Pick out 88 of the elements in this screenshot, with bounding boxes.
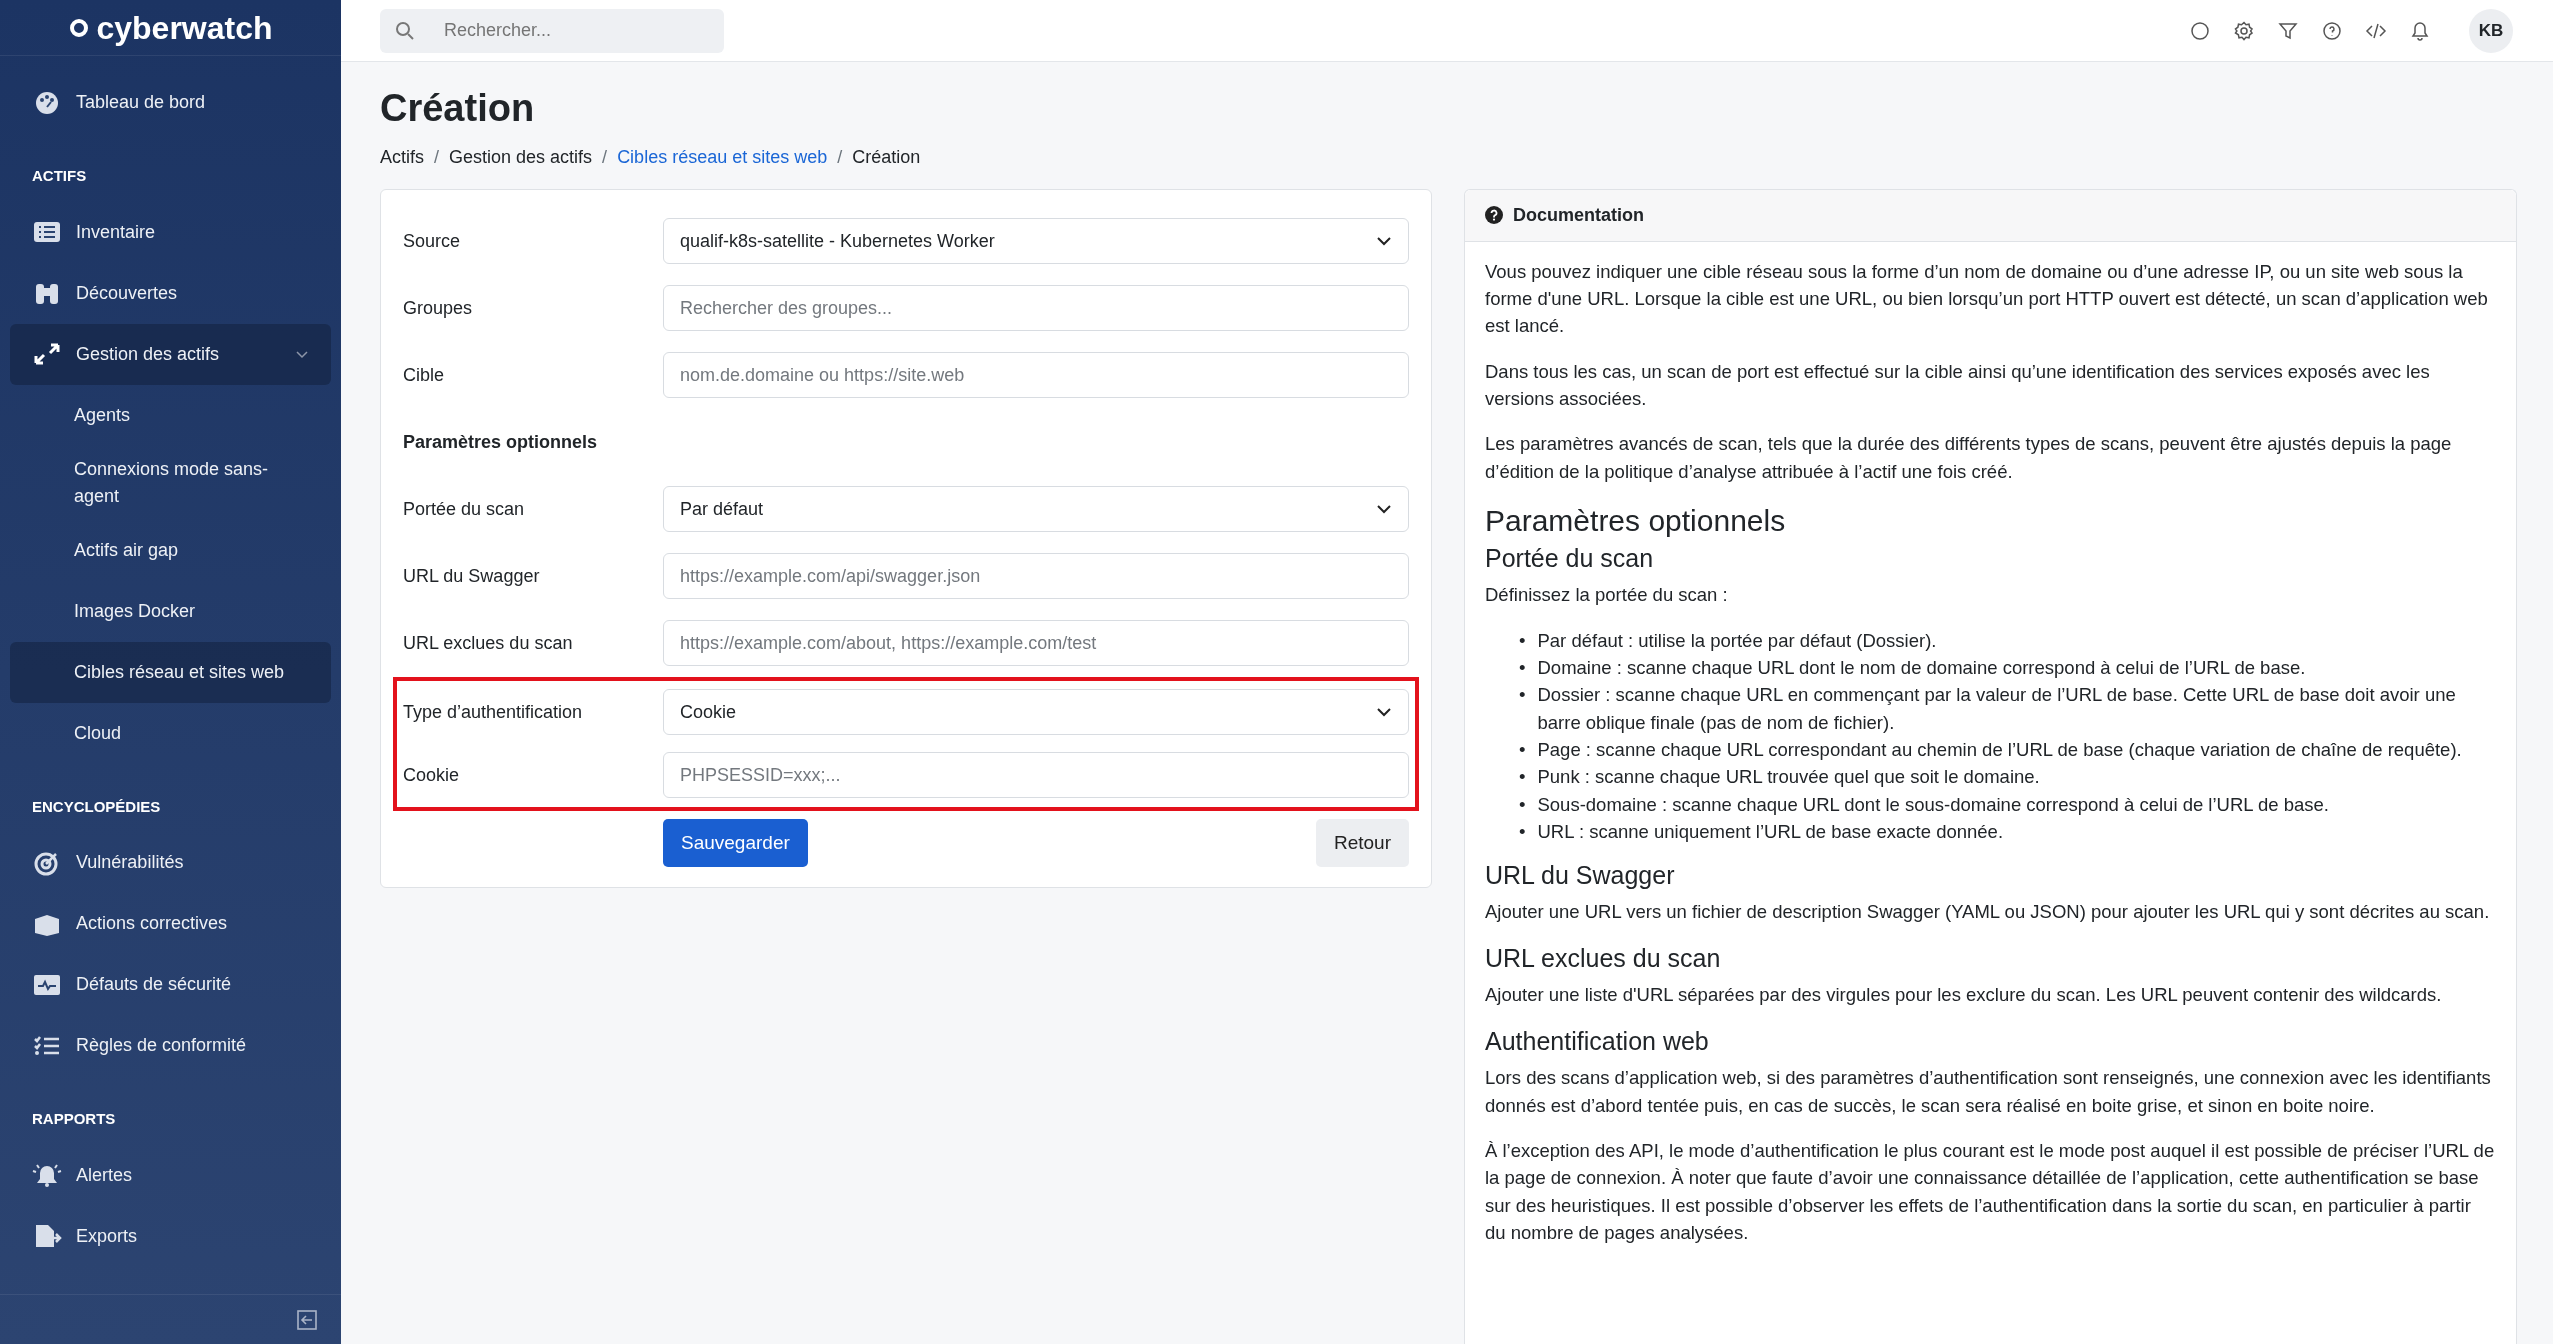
section-heading: Paramètres optionnels [1485,503,1787,540]
field-label: URL exclues du scan [403,631,574,655]
field-label: Cible [403,363,446,387]
bullet: • [1519,655,1526,680]
bullet: • [1519,765,1526,790]
input-field[interactable]: https://example.com/about, https://example.com/test [663,620,1409,667]
section-heading: ACTIFS [31,166,88,186]
page-title: Création [380,86,536,131]
select-field[interactable]: Cookie [663,689,1409,736]
field-label: URL du Swagger [403,564,541,588]
breadcrumb-separator: / [434,145,440,169]
sidebar-item[interactable]: Actions correctives [10,893,331,954]
bullet: • [1519,820,1526,845]
search-icon [394,19,416,42]
list-icon [32,219,62,245]
collapse-sidebar-icon[interactable] [297,1309,317,1330]
section-heading: Paramètres optionnels [403,430,598,454]
list-item: Par défaut : utilise la portée par défaut (Dossier). [1537,628,1937,653]
sidebar-item[interactable]: Règles de conformité [10,1015,331,1076]
paragraph: Vous pouvez indiquer une cible réseau sous la forme d’un nom de domaine ou d’une adresse IP, ou un site web sous la forme d'une URL. Lorsque la cible est une URL, ou bien lorsqu’un port HTTP ouvert est détecté, un scan d’application web est lancé. [1485,259,2489,339]
sidebar-item[interactable]: Exports [10,1205,331,1267]
list-item: Page : scanne chaque URL correspondant au chemin de l’URL de base (chaque variation de chaîne de requête). [1537,738,2462,763]
input-field[interactable]: PHPSESSID=xxx;... [663,752,1409,799]
sidebar-subitem[interactable]: Images Docker [10,580,331,642]
help-icon [1485,206,1503,225]
paragraph: Définissez la portée du scan : [1485,583,1729,608]
circle-icon[interactable] [2189,19,2211,42]
sidebar-item[interactable]: Découvertes [10,262,331,324]
list-item: Dossier : scanne chaque URL en commençant par la valeur de l’URL de base. Cette URL de base doit avoir une barre oblique finale (pas de nom de fichier). [1537,683,2457,735]
save-button[interactable]: Sauvegarder [663,818,808,868]
list-item: Sous-domaine : scanne chaque URL dont le sous-domaine correspond à celui de l’URL de base. [1537,792,2329,817]
sidebar-item[interactable]: Alertes [10,1144,331,1206]
logo-icon [68,16,91,39]
bell-icon [32,1162,62,1188]
sidebar-item[interactable]: Vulnérabilités [10,832,331,893]
bullet: • [1519,792,1526,817]
sidebar-item[interactable]: Défauts de sécurité [10,954,331,1015]
field-label: Type d’authentification [403,700,584,724]
breadcrumb-link[interactable]: Cibles réseau et sites web [617,143,828,171]
list-item: URL : scanne uniquement l’URL de base exacte donnée. [1537,820,2004,845]
input-field[interactable]: Rechercher des groupes... [663,285,1409,332]
breadcrumb-separator: / [602,145,608,169]
sidebar-subitem[interactable]: Actifs air gap [10,519,331,581]
subsection-heading: URL exclues du scan [1485,942,1722,973]
user-avatar[interactable]: KB [2469,8,2513,53]
bullet: • [1519,628,1526,653]
field-label: Cookie [403,763,461,787]
panel-title: Documentation [1513,203,1644,227]
brand-name: cyberwatch [96,8,273,48]
section-heading: ENCYCLOPÉDIES [31,796,162,817]
field-label: Groupes [403,296,474,320]
subsection-heading: Authentification web [1485,1026,1710,1057]
select-field[interactable]: qualif-k8s-satellite - Kubernetes Worker [663,218,1409,265]
breadcrumb-item: Actifs [380,145,424,169]
bullet: • [1519,683,1526,708]
field-label: Portée du scan [403,497,526,521]
back-button[interactable]: Retour [1315,818,1409,868]
subsection-heading: URL du Swagger [1485,859,1676,890]
sidebar-subitem[interactable]: Cloud [10,702,331,764]
paragraph: À l’exception des API, le mode d’authentification le plus courant est le mode post auquel il est possible de préciser l’URL de la page de connexion. À noter que faute d’avoir une connaissance détaillée de l’application, cette authentification se base sur des heuristiques. Il est possible d’observer les effets de l’authentification dans la sortie du scan, en particulier à partir du nombre de pages analysées. [1485,1139,2496,1246]
sidebar-item[interactable]: Inventaire [10,201,331,263]
paragraph: Lors des scans d’application web, si des paramètres d’authentification sont renseignés, une connexion avec les identifiants donnés est d’abord tentée puis, en cas de succès, le scan sera réalisé en boite grise, et sinon en boite noire. [1485,1066,2492,1118]
breadcrumb-separator: / [837,145,843,169]
breadcrumb-item: Création [852,145,921,169]
list-item: Punk : scanne chaque URL trouvée quel que soit le domaine. [1537,765,2040,790]
search-field[interactable]: Rechercher... [380,8,724,53]
notifications-icon[interactable] [2409,19,2431,42]
section-heading: RAPPORTS [31,1109,117,1129]
subsection-heading: Portée du scan [1485,543,1655,574]
input-field[interactable]: https://example.com/api/swagger.json [663,553,1409,600]
paragraph: Ajouter une URL vers un fichier de description Swagger (YAML ou JSON) pour ajouter les URL qui y sont décrites au scan. [1485,899,2491,924]
list-item: Domaine : scanne chaque URL dont le nom de domaine correspond à celui de l’URL de base. [1537,655,2306,680]
sidebar-item[interactable]: Gestion des actifs [10,323,331,385]
sidebar-subitem[interactable]: Agents [10,384,331,446]
bullet: • [1519,738,1526,763]
field-label: Source [403,229,462,253]
expand-arrows-icon [32,341,62,367]
paragraph: Ajouter une liste d'URL séparées par des virgules pour les exclure du scan. Les URL peuvent contenir des wildcards. [1485,982,2443,1007]
breadcrumb-item: Gestion des actifs [449,145,593,169]
help-icon[interactable] [2321,19,2343,42]
sidebar-item[interactable]: Tableau de bord [10,72,331,133]
sidebar-subitem[interactable]: Connexions mode sans-agent [10,445,331,520]
settings-icon[interactable] [2233,19,2255,42]
input-field[interactable]: nom.de.domaine ou https://site.web [663,352,1409,399]
paragraph: Les paramètres avancés de scan, tels que la durée des différents types de scans, peuvent être ajustés depuis la page d’édition de la politique d’analyse attribuée à l’actif une fois créé. [1485,432,2453,484]
paragraph: Dans tous les cas, un scan de port est effectué sur la cible ainsi qu’une identification des services exposés avec les versions associées. [1485,359,2431,412]
sidebar-subitem[interactable]: Cibles réseau et sites web [10,641,331,703]
select-field[interactable]: Par défaut [663,486,1409,533]
